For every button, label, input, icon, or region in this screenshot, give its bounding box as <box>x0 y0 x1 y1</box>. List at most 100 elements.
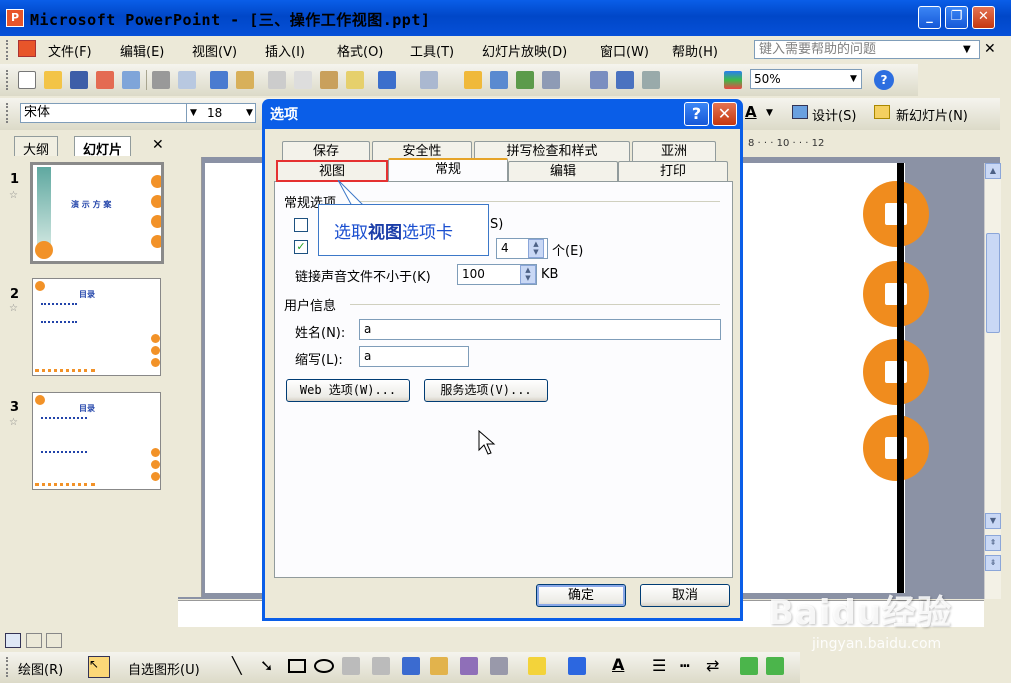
slide-sorter-icon[interactable] <box>26 633 42 648</box>
spinner-icon[interactable]: ▲ ▼ <box>520 265 536 284</box>
slide-thumbnail-3[interactable]: 目录 <box>32 392 161 490</box>
menu-edit[interactable]: 编辑(E) <box>120 41 164 60</box>
document-close-button[interactable]: ✕ <box>984 41 996 57</box>
menu-tools[interactable]: 工具(T) <box>410 41 454 60</box>
font-color-icon[interactable]: A <box>612 655 624 674</box>
save-icon[interactable] <box>70 71 88 89</box>
tables-borders-icon[interactable] <box>516 71 534 89</box>
select-pointer-icon[interactable]: ↖ <box>88 656 110 678</box>
slideshow-icon[interactable] <box>46 633 62 648</box>
vertical-scrollbar[interactable]: ▲ ▼ ⇞ ⇟ <box>984 163 1001 599</box>
tab-edit[interactable]: 编辑 <box>508 161 618 181</box>
dialog-help-button[interactable]: ? <box>684 102 709 126</box>
tab-save[interactable]: 保存 <box>282 141 370 161</box>
autoshapes-button[interactable]: 自选图形(U) <box>128 659 200 678</box>
vertical-textbox-icon[interactable] <box>372 657 390 675</box>
menu-file[interactable]: 文件(F) <box>48 41 92 60</box>
cancel-button[interactable]: 取消 <box>640 584 730 607</box>
menu-format[interactable]: 格式(O) <box>337 41 383 60</box>
3d-style-icon[interactable] <box>766 657 784 675</box>
copy-icon[interactable] <box>294 71 312 89</box>
scroll-down-icon[interactable]: ▼ <box>985 513 1001 529</box>
powerpoint-icon[interactable]: P <box>6 9 24 27</box>
research-icon[interactable] <box>236 71 254 89</box>
email-icon[interactable] <box>122 71 140 89</box>
chevron-down-icon[interactable]: ▼ <box>246 108 253 118</box>
fill-color-icon[interactable] <box>528 657 546 675</box>
ok-button[interactable]: 确定 <box>536 584 626 607</box>
tab-outline[interactable]: 大纲 <box>14 136 59 158</box>
print-preview-icon[interactable] <box>178 71 196 89</box>
next-slide-icon[interactable]: ⇟ <box>985 555 1001 571</box>
spelling-icon[interactable] <box>210 71 228 89</box>
toolbar-grip[interactable] <box>6 657 9 677</box>
rectangle-icon[interactable] <box>288 659 306 673</box>
spinner-icon[interactable]: ▲ ▼ <box>528 239 544 258</box>
menu-slideshow[interactable]: 幻灯片放映(D) <box>482 41 567 60</box>
new-file-icon[interactable] <box>18 71 36 89</box>
close-pane-icon[interactable]: ✕ <box>152 137 164 153</box>
dialog-close-button[interactable]: ✕ <box>712 102 737 126</box>
arrow-icon[interactable]: ➘ <box>260 656 273 675</box>
name-input[interactable]: a <box>359 319 721 340</box>
undo-icon[interactable] <box>378 71 396 89</box>
insert-chart-icon[interactable] <box>464 71 482 89</box>
toolbar-grip[interactable] <box>6 70 9 90</box>
font-select[interactable]: 宋体 <box>20 103 202 123</box>
line-color-icon[interactable] <box>568 657 586 675</box>
cut-icon[interactable] <box>268 71 286 89</box>
slide-thumbnail-1[interactable]: 演 示 方 案 <box>30 162 164 264</box>
normal-view-icon[interactable] <box>5 633 21 648</box>
previous-slide-icon[interactable]: ⇞ <box>985 535 1001 551</box>
close-button[interactable]: ✕ <box>972 6 995 29</box>
shadow-style-icon[interactable] <box>740 657 758 675</box>
color-grayscale-icon[interactable] <box>724 71 742 89</box>
tab-general[interactable]: 常规 <box>388 158 508 182</box>
show-formatting-icon[interactable] <box>616 71 634 89</box>
help-icon[interactable]: ? <box>874 70 894 90</box>
toolbar-grip[interactable] <box>6 103 9 123</box>
insert-table-icon[interactable] <box>490 71 508 89</box>
print-icon[interactable] <box>152 71 170 89</box>
line-style-icon[interactable]: ☰ <box>652 656 666 675</box>
chevron-down-icon[interactable]: ▼ <box>850 74 857 84</box>
scroll-thumb[interactable] <box>986 233 1000 333</box>
help-search-input[interactable]: 键入需要帮助的问题 <box>754 40 980 59</box>
tab-print[interactable]: 打印 <box>618 161 728 181</box>
menu-insert[interactable]: 插入(I) <box>265 41 305 60</box>
tab-slides[interactable]: 幻灯片 <box>74 136 132 158</box>
redo-icon[interactable] <box>420 71 438 89</box>
chevron-down-icon[interactable]: ▼ <box>766 108 773 118</box>
slide-thumbnail-2[interactable]: 目录 <box>32 278 161 376</box>
menubar-grip[interactable] <box>6 40 9 60</box>
oval-icon[interactable] <box>314 659 334 673</box>
expand-all-icon[interactable] <box>590 71 608 89</box>
wordart-icon[interactable] <box>402 657 420 675</box>
line-icon[interactable]: ╲ <box>232 656 242 675</box>
service-options-button[interactable]: 服务选项(V)... <box>424 379 548 402</box>
diagram-icon[interactable] <box>430 657 448 675</box>
new-slide-button[interactable]: 新幻灯片(N) <box>896 105 968 124</box>
design-button[interactable]: 设计(S) <box>812 105 856 124</box>
textbox-icon[interactable] <box>342 657 360 675</box>
arrow-style-icon[interactable]: ⇄ <box>706 656 719 675</box>
option-checkbox-1[interactable] <box>294 218 308 232</box>
permission-icon[interactable] <box>96 71 114 89</box>
paste-icon[interactable] <box>320 71 338 89</box>
tab-asian[interactable]: 亚洲 <box>632 141 716 161</box>
show-grid-icon[interactable] <box>642 71 660 89</box>
hyperlink-icon[interactable] <box>542 71 560 89</box>
draw-menu-button[interactable]: 绘图(R) <box>18 659 63 678</box>
web-options-button[interactable]: Web 选项(W)... <box>286 379 410 402</box>
font-color-icon[interactable]: A <box>745 103 757 121</box>
menu-help[interactable]: 帮助(H) <box>672 41 718 60</box>
menu-view[interactable]: 视图(V) <box>192 41 237 60</box>
insert-picture-icon[interactable] <box>490 657 508 675</box>
dash-style-icon[interactable]: ┅ <box>680 656 690 675</box>
initials-input[interactable]: a <box>359 346 469 367</box>
recent-files-checkbox[interactable]: ✓ <box>294 240 308 254</box>
restore-button[interactable]: ❐ <box>945 6 968 29</box>
document-icon[interactable] <box>18 40 36 57</box>
open-folder-icon[interactable] <box>44 71 62 89</box>
zoom-select[interactable]: 50% <box>750 69 862 89</box>
